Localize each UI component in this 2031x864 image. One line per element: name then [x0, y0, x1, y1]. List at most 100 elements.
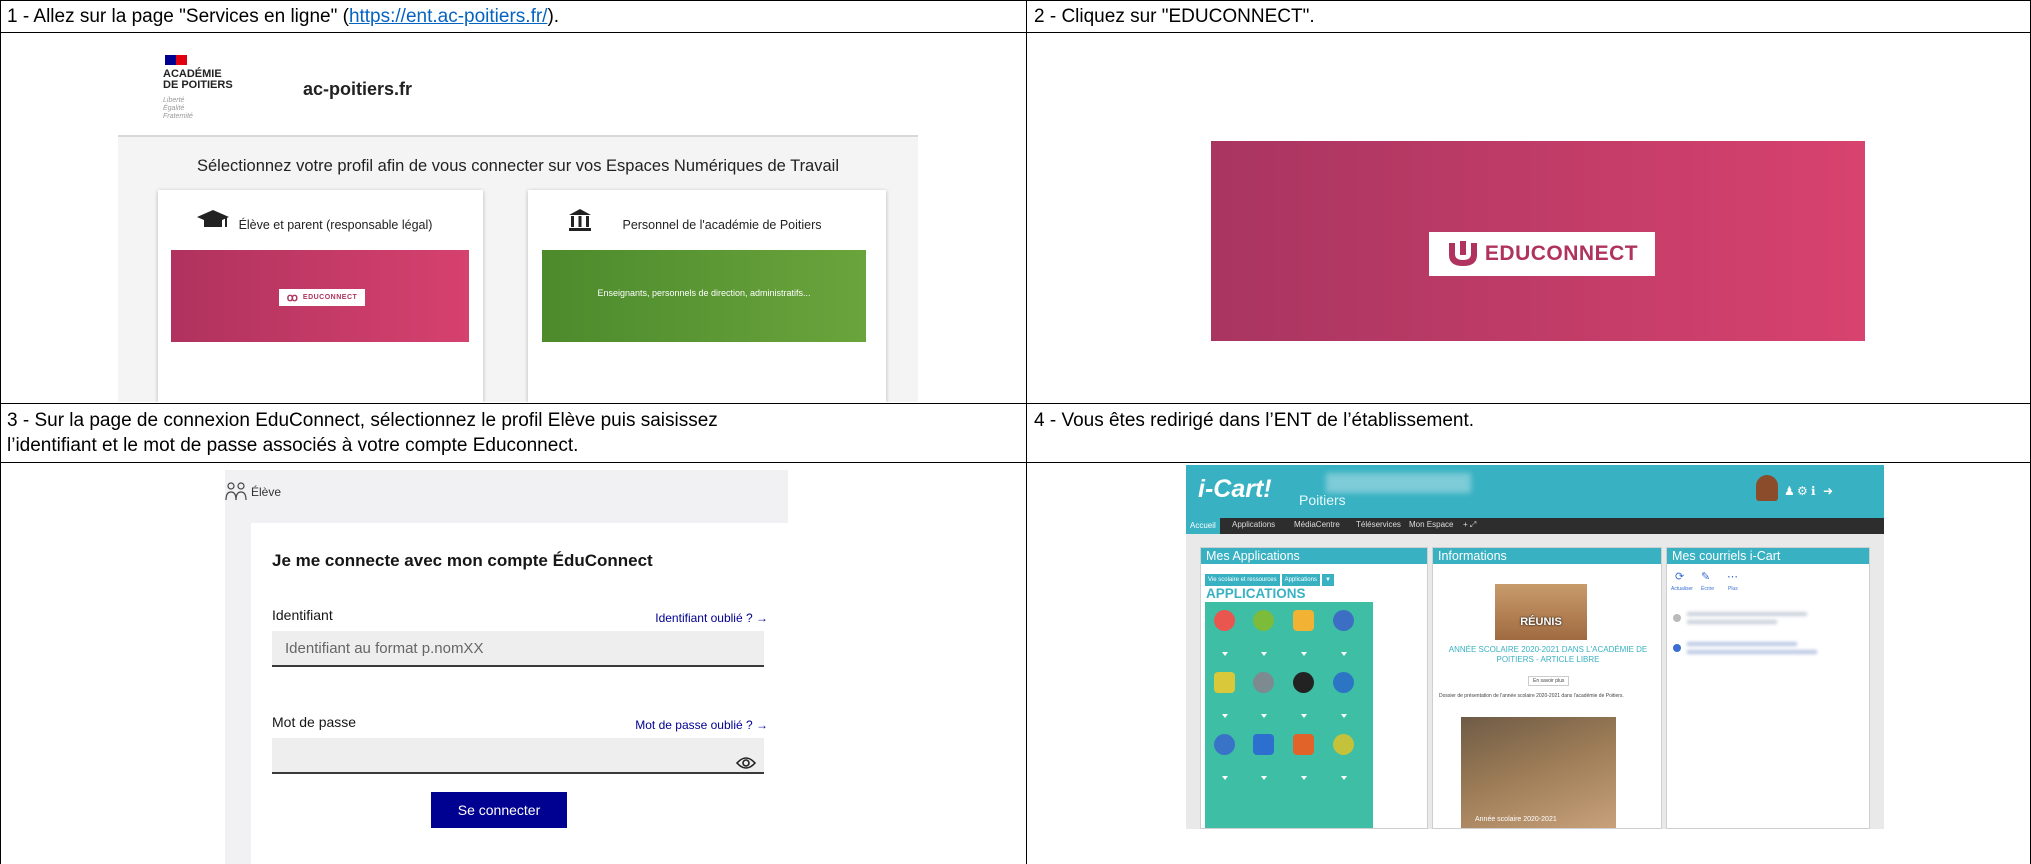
app-icon[interactable] — [1333, 672, 1354, 693]
table-border-row3 — [0, 462, 2031, 463]
apps-filter-pills: Vie scolaire et ressources Applications ▼ — [1205, 568, 1336, 586]
nav-mediacentre[interactable]: MédiaCentre — [1294, 520, 1340, 529]
motto-liberte: Liberté — [163, 97, 185, 104]
educonnect-button[interactable]: ꝏ EDUCONNECT — [279, 289, 365, 306]
help-icon[interactable]: ♟ — [1784, 484, 1795, 498]
app-icon[interactable] — [1333, 610, 1354, 631]
password-input[interactable] — [272, 738, 764, 774]
login-submit-button[interactable]: Se connecter — [431, 792, 567, 828]
password-forgot-link[interactable]: Mot de passe oublié ? → — [635, 718, 768, 732]
refresh-icon[interactable]: ⟳ — [1675, 570, 1684, 583]
step-1-link[interactable]: https://ent.ac-poitiers.fr/ — [349, 6, 548, 27]
app-icon[interactable] — [1293, 672, 1314, 693]
news-title[interactable]: ANNÉE SCOLAIRE 2020-2021 DANS L'ACADÉMIE… — [1441, 645, 1655, 665]
settings-icon[interactable]: ⚙ — [1797, 484, 1808, 498]
role-eleve[interactable]: Élève — [225, 482, 281, 502]
table-border-top — [0, 0, 2031, 1]
app-icon[interactable] — [1214, 610, 1235, 631]
academie-logo-text: ACADÉMIE DE POITIERS — [163, 69, 233, 91]
compose-icon[interactable]: ✎ — [1701, 570, 1710, 583]
nav-mon-espace[interactable]: Mon Espace — [1409, 520, 1453, 529]
student-parent-card[interactable]: Élève et parent (responsable légal) ꝏ ED… — [158, 190, 483, 402]
app-icon[interactable] — [1293, 610, 1314, 631]
more-label: Plus — [1728, 586, 1738, 592]
app-arrow-icon[interactable] — [1261, 714, 1267, 718]
academie-line2: DE POITIERS — [163, 79, 233, 91]
step-1-text: 1 - Allez sur la page "Services en ligne… — [7, 6, 349, 27]
news-photo — [1495, 584, 1587, 640]
refresh-label: Actualiser — [1671, 586, 1693, 592]
pill-dropdown[interactable]: ▼ — [1321, 574, 1334, 586]
mail-column: Mes courriels i-Cart ⟳ ✎ ⋯ Actualiser Éc… — [1666, 547, 1870, 829]
apps-column-title: Mes Applications — [1201, 548, 1427, 564]
role-label: Élève — [251, 485, 282, 499]
educonnect-banner[interactable]: EDUCONNECT — [1211, 141, 1865, 341]
site-name: ac-poitiers.fr — [303, 79, 413, 99]
app-icon[interactable] — [1333, 734, 1354, 755]
app-grid — [1205, 602, 1373, 828]
logout-icon[interactable]: ➜ — [1823, 484, 1833, 498]
motto-egalite: Égalité — [163, 105, 185, 112]
pill-vie-scolaire[interactable]: Vie scolaire et ressources — [1205, 574, 1280, 586]
icart-nav: Accueil Applications MédiaCentre Téléser… — [1186, 518, 1884, 534]
app-icon[interactable] — [1253, 610, 1274, 631]
compose-label: Écrire — [1701, 586, 1715, 592]
table-border-middle — [1026, 0, 1027, 864]
app-arrow-icon[interactable] — [1341, 714, 1347, 718]
info-icon[interactable]: ℹ — [1811, 484, 1816, 498]
educonnect-big-button[interactable]: EDUCONNECT — [1429, 232, 1655, 276]
mail-sender-blur — [1687, 612, 1807, 616]
students-photo — [1461, 717, 1616, 828]
nav-accueil[interactable]: Accueil — [1186, 518, 1220, 534]
app-arrow-icon[interactable] — [1222, 714, 1228, 718]
staff-band-text: Enseignants, personnels de direction, ad… — [597, 288, 811, 298]
step-2-caption: 2 - Cliquez sur "EDUCONNECT". — [1034, 6, 1315, 27]
nav-teleservices[interactable]: Téléservices — [1356, 520, 1401, 529]
app-arrow-icon[interactable] — [1341, 776, 1347, 780]
blurred-school-name — [1326, 473, 1471, 493]
app-arrow-icon[interactable] — [1301, 652, 1307, 656]
ac-poitiers-screenshot: ACADÉMIE DE POITIERS Liberté Égalité Fra… — [118, 47, 918, 402]
instruction-table: 1 - Allez sur la page "Services en ligne… — [0, 0, 2031, 864]
read-more-button[interactable]: En savoir plus — [1528, 676, 1570, 686]
app-icon[interactable] — [1214, 672, 1235, 693]
table-border-row2 — [0, 403, 2031, 404]
table-border-left — [0, 0, 1, 864]
pill-applications[interactable]: Applications — [1281, 574, 1320, 586]
app-icon[interactable] — [1253, 734, 1274, 755]
educonnect-logo-icon — [1448, 241, 1477, 266]
show-password-eye-icon[interactable] — [736, 755, 756, 771]
app-arrow-icon[interactable] — [1341, 652, 1347, 656]
mail-item[interactable] — [1673, 608, 1853, 630]
app-icon[interactable] — [1293, 734, 1314, 755]
educonnect-big-label: EDUCONNECT — [1484, 242, 1639, 265]
news-body: Dossier de présentation de l'année scola… — [1439, 693, 1624, 699]
student-card-title: Élève et parent (responsable légal) — [238, 218, 433, 232]
staff-card[interactable]: Personnel de l'académie de Poitiers Ense… — [528, 190, 886, 402]
app-arrow-icon[interactable] — [1261, 776, 1267, 780]
educonnect-logo-icon: ꝏ — [286, 292, 298, 304]
icart-ent-screenshot: i-Cart! Poitiers ♟ ⚙ ℹ ➜ Accueil Applica… — [1186, 465, 1884, 829]
more-icon[interactable]: ⋯ — [1727, 570, 1738, 583]
app-icon[interactable] — [1253, 672, 1274, 693]
app-icon[interactable] — [1214, 734, 1235, 755]
nav-add-expand[interactable]: + ⤢ — [1463, 520, 1476, 530]
app-arrow-icon[interactable] — [1261, 652, 1267, 656]
nav-applications[interactable]: Applications — [1232, 520, 1275, 529]
password-label: Mot de passe — [272, 714, 357, 730]
user-avatar-icon[interactable] — [1756, 475, 1778, 501]
icart-logo-text: i-Cart! — [1198, 475, 1272, 503]
site-header: ACADÉMIE DE POITIERS Liberté Égalité Fra… — [118, 47, 918, 137]
step-3-caption-line1: 3 - Sur la page de connexion EduConnect,… — [7, 410, 718, 431]
identifier-forgot-link[interactable]: Identifiant oublié ? → — [655, 611, 768, 625]
app-arrow-icon[interactable] — [1222, 652, 1228, 656]
staff-band[interactable]: Enseignants, personnels de direction, ad… — [542, 250, 866, 342]
identifier-input[interactable] — [272, 631, 764, 667]
mail-sender-blur — [1687, 642, 1797, 646]
app-arrow-icon[interactable] — [1222, 776, 1228, 780]
app-arrow-icon[interactable] — [1301, 714, 1307, 718]
students-photo-caption: Année scolaire 2020-2021 — [1475, 816, 1557, 823]
app-arrow-icon[interactable] — [1301, 776, 1307, 780]
mail-item[interactable] — [1673, 638, 1853, 660]
educonnect-band[interactable]: ꝏ EDUCONNECT — [171, 250, 469, 342]
